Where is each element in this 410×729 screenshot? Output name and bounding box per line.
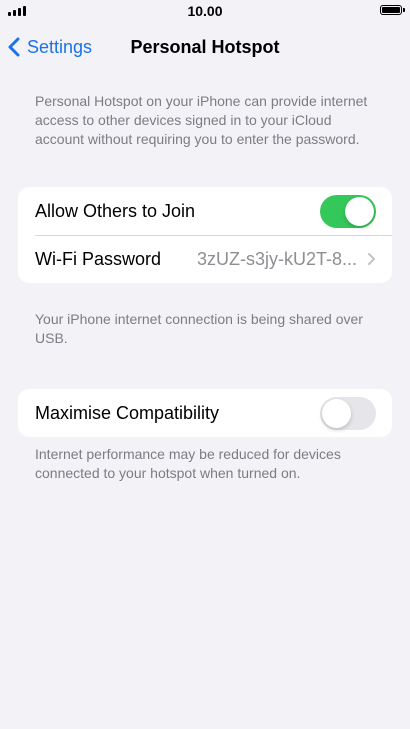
- battery-icon: [380, 5, 405, 15]
- compatibility-group: Maximise Compatibility: [18, 389, 392, 437]
- chevron-right-icon: [368, 253, 375, 265]
- toggle-knob: [345, 196, 374, 226]
- navigation-bar: Settings Personal Hotspot: [0, 28, 410, 66]
- wifi-password-label: Wi-Fi Password: [35, 248, 162, 269]
- wifi-password-row[interactable]: Wi-Fi Password 3zUZ-s3jy-kU2T-8...: [18, 235, 392, 283]
- maximise-compatibility-label: Maximise Compatibility: [35, 402, 220, 423]
- allow-others-row: Allow Others to Join: [18, 187, 392, 235]
- maximise-compatibility-toggle[interactable]: [320, 396, 376, 430]
- toggle-knob: [322, 398, 351, 428]
- compatibility-description: Internet performance may be reduced for …: [35, 446, 341, 481]
- page-title: Personal Hotspot: [130, 37, 280, 57]
- status-time: 10.00: [187, 3, 223, 19]
- usb-sharing-description: Your iPhone internet connection is being…: [35, 311, 363, 346]
- status-bar: 10.00: [0, 0, 410, 24]
- maximise-compatibility-row: Maximise Compatibility: [18, 389, 392, 437]
- allow-others-label: Allow Others to Join: [35, 200, 196, 221]
- hotspot-settings-group: Allow Others to Join Wi-Fi Password 3zUZ…: [18, 187, 392, 283]
- intro-description: Personal Hotspot on your iPhone can prov…: [35, 93, 368, 147]
- allow-others-toggle[interactable]: [320, 194, 376, 228]
- wifi-password-value: 3zUZ-s3jy-kU2T-8...: [196, 248, 357, 269]
